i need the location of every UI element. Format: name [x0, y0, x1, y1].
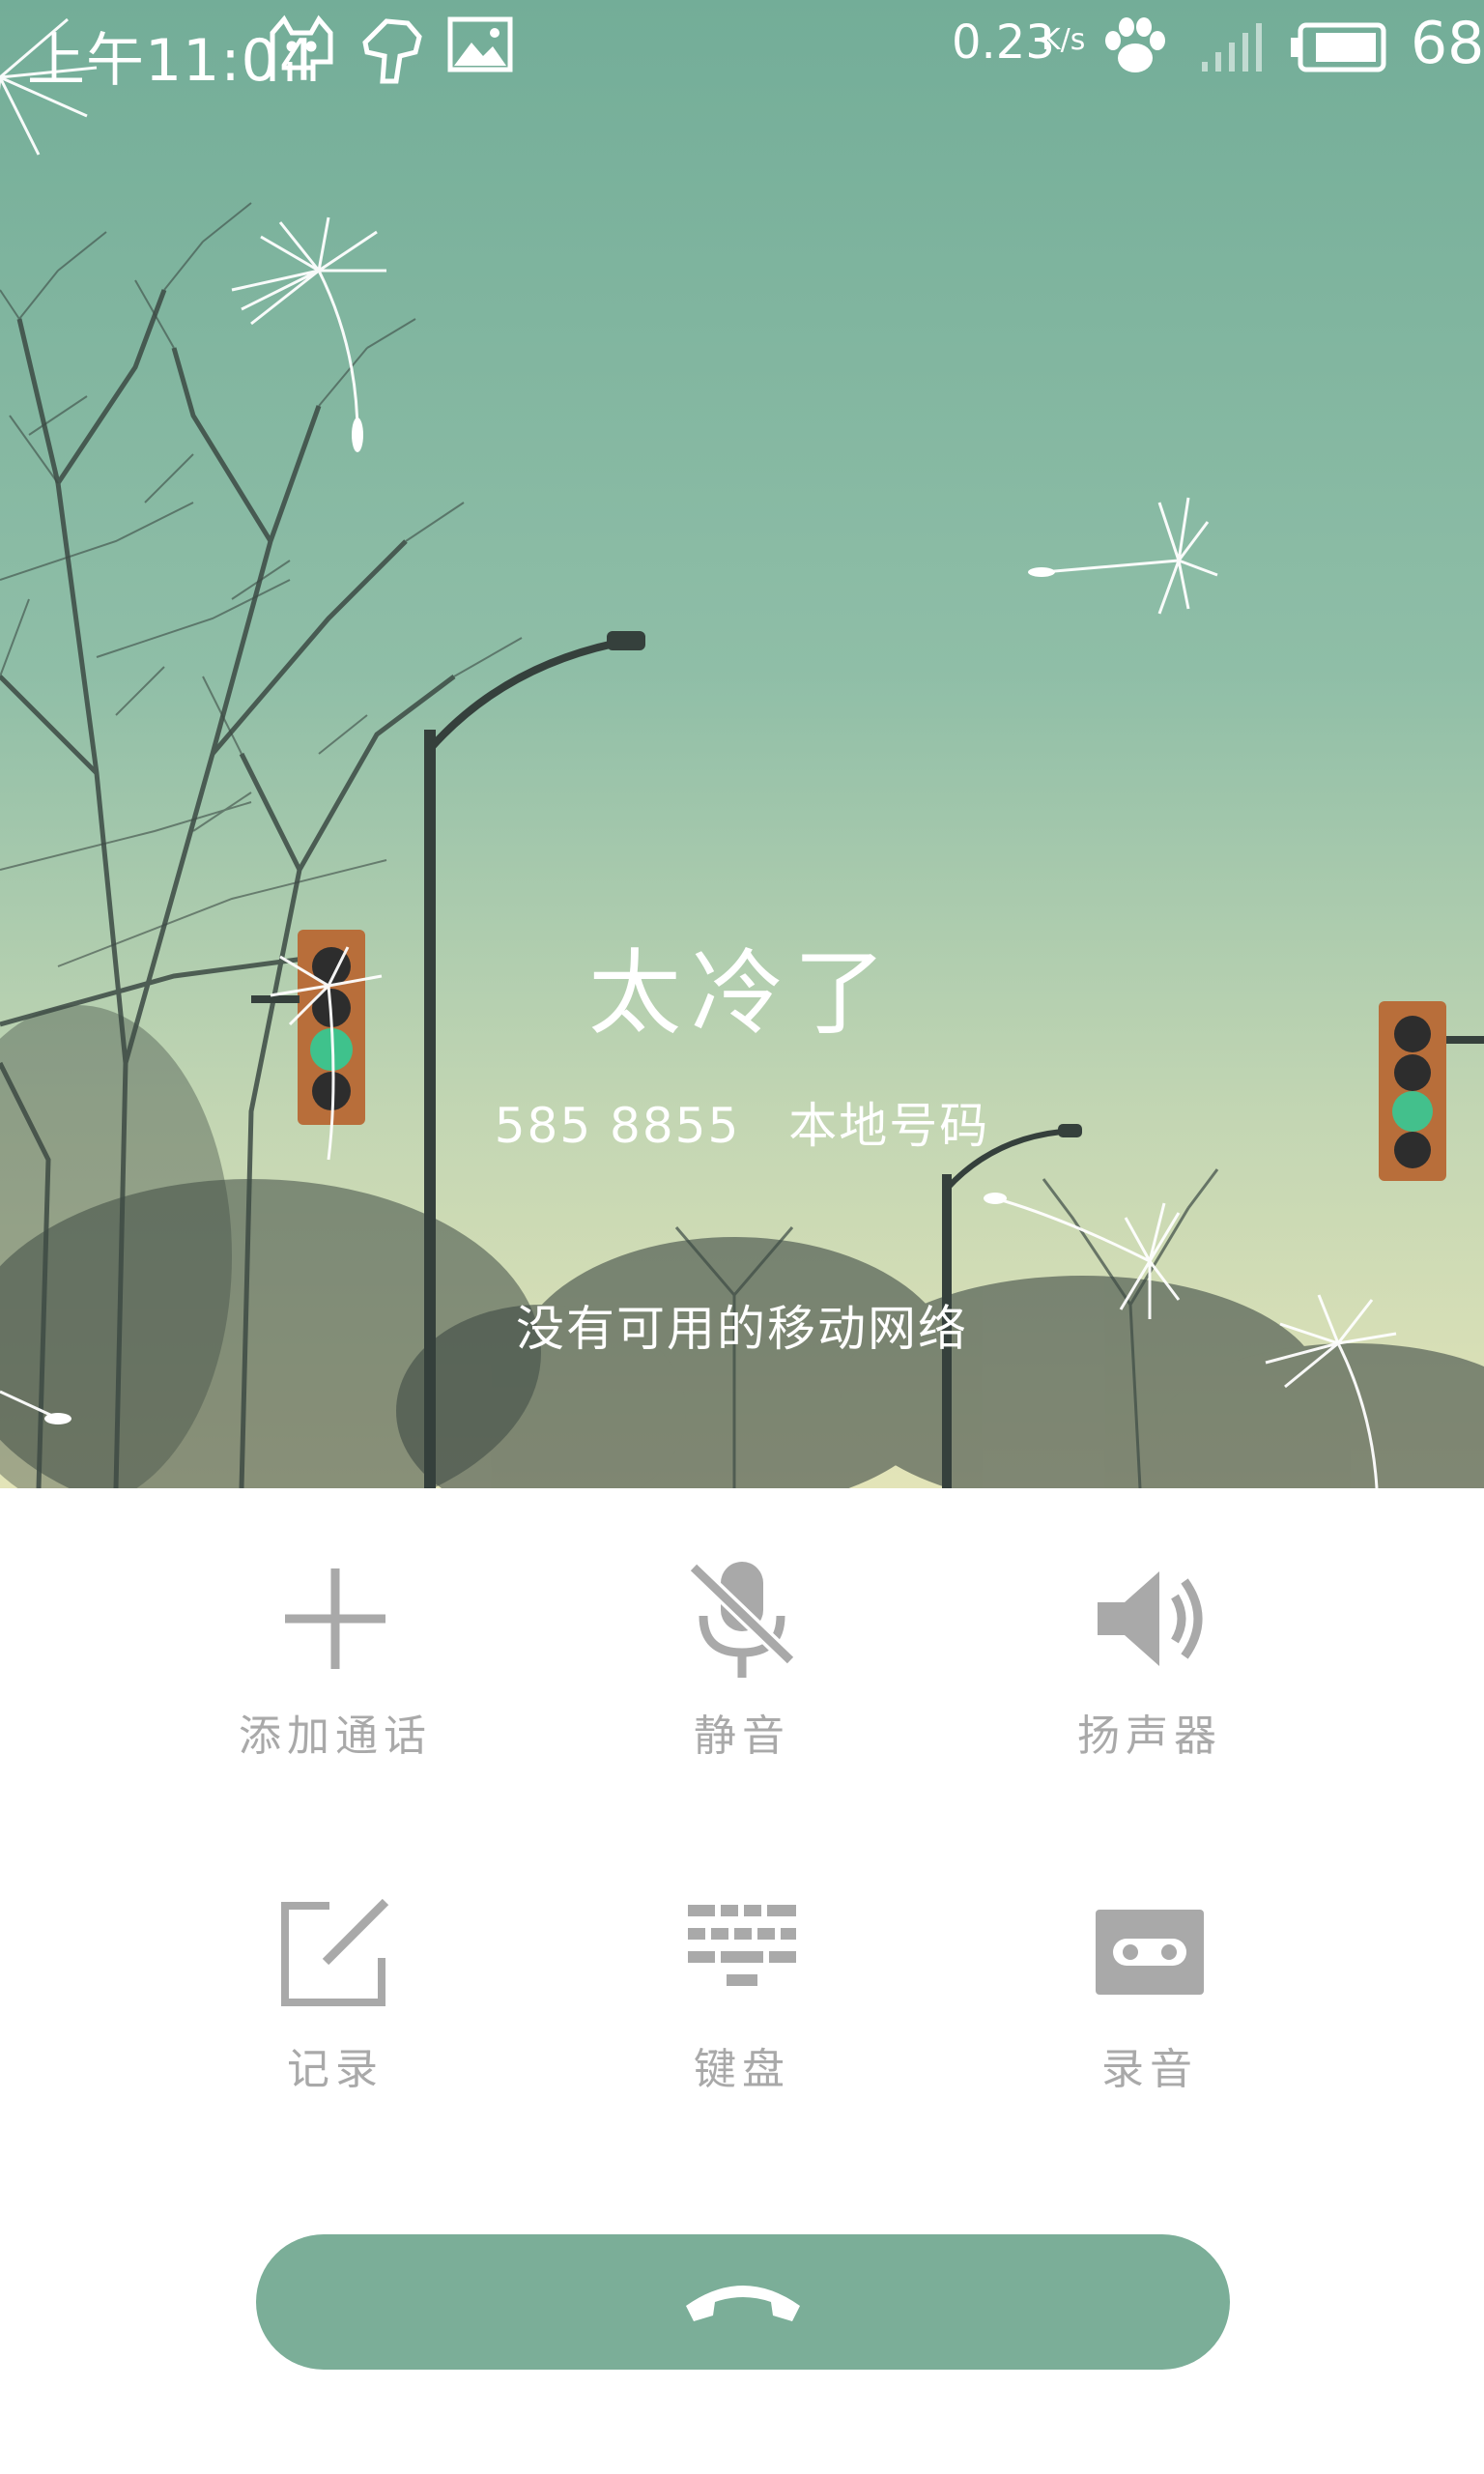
- hang-up-icon: [680, 2271, 806, 2333]
- record-button[interactable]: 录音: [947, 1889, 1353, 2141]
- notes-label: 记录: [287, 2045, 384, 2094]
- mic-off-icon: [539, 1556, 945, 1682]
- wallpaper-image: [0, 0, 1484, 1488]
- keypad-button[interactable]: 键盘: [539, 1889, 945, 2141]
- keypad-icon: [539, 1889, 945, 2015]
- call-status: 没有可用的移动网络: [516, 1301, 968, 1357]
- status-bar: 上午11:04 0.23 K/s 68: [0, 0, 1484, 97]
- record-label: 录音: [1101, 2045, 1198, 2094]
- cat-icon: [263, 14, 340, 100]
- caller-name: 太冷了: [588, 939, 896, 1048]
- caller-number: 585 8855: [494, 1098, 741, 1154]
- speaker-label: 扬声器: [1077, 1712, 1222, 1761]
- add-call-label: 添加通话: [239, 1712, 432, 1761]
- mute-button[interactable]: 静音: [539, 1556, 945, 1807]
- net-speed-value: 0.23: [952, 15, 1055, 70]
- speaker-icon: [947, 1556, 1353, 1682]
- plus-icon: [132, 1556, 538, 1682]
- wallpaper-background: [0, 0, 1484, 1488]
- edit-note-icon: [132, 1889, 538, 2015]
- signal-icon: [1198, 23, 1266, 86]
- battery-level: 68: [1411, 10, 1484, 77]
- keypad-label: 键盘: [694, 2045, 790, 2094]
- caller-info: 585 8855 本地号码: [0, 1087, 1484, 1157]
- caller-location: 本地号码: [788, 1098, 990, 1154]
- paw-icon: [1101, 15, 1169, 90]
- mute-label: 静音: [694, 1712, 790, 1761]
- add-call-button[interactable]: 添加通话: [132, 1556, 538, 1807]
- battery-icon: [1291, 21, 1387, 86]
- image-icon: [446, 14, 514, 88]
- hand-icon: [357, 14, 425, 100]
- cassette-icon: [947, 1889, 1353, 2015]
- notes-button[interactable]: 记录: [132, 1889, 538, 2141]
- end-call-button[interactable]: [256, 2234, 1230, 2370]
- net-speed-unit: K/s: [1042, 23, 1086, 57]
- speaker-button[interactable]: 扬声器: [947, 1556, 1353, 1807]
